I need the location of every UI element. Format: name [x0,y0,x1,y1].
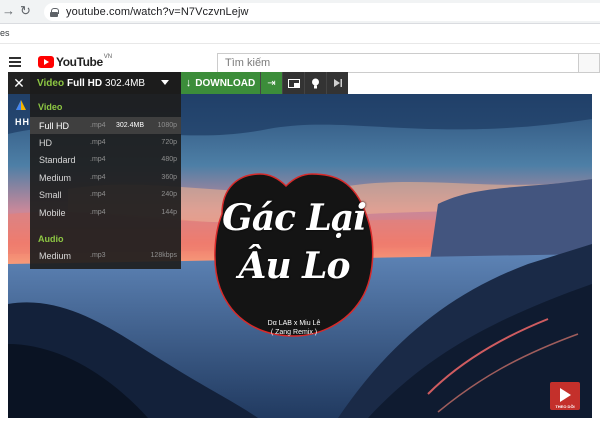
download-arrow-icon: ↓ [185,77,192,89]
bookmarks-bar: es [0,24,600,44]
album-cover-text: Gác Lại Âu Lo Dα LAB x Miu Lê ( Zang Rem… [208,170,380,338]
enter-icon[interactable]: ⇥ [260,72,282,94]
bookmark-item[interactable]: es [0,28,10,38]
search-input[interactable] [225,57,578,69]
format-select[interactable]: Video Full HD 302.4MB [30,72,181,94]
youtube-region-label: VN [103,54,113,60]
channel-logo-icon [16,100,26,110]
menu-item-hd[interactable]: HD .mp4 720p [30,134,181,151]
menu-item-small[interactable]: Small .mp4 240p [30,186,181,203]
url-text: youtube.com/watch?v=N7VczvnLejw [66,6,249,18]
youtube-logo-text: YouTube [56,55,103,69]
cover-title-line-2: Âu Lo [238,245,351,287]
format-kind: Video [37,77,65,89]
menu-item-medium[interactable]: Medium .mp4 360p [30,169,181,186]
skip-next-icon[interactable] [326,72,348,94]
format-size: 302.4MB [105,77,146,89]
forward-icon[interactable]: → [2,3,15,18]
youtube-logo[interactable]: YouTube VN [38,54,113,69]
channel-watermark-text: HH [15,117,30,127]
search-button[interactable] [578,53,600,73]
youtube-play-icon [38,56,54,68]
download-button[interactable]: ↓ DOWNLOAD [181,72,260,94]
lightbulb-icon[interactable] [304,72,326,94]
lock-icon [50,7,59,17]
close-downloader-button[interactable]: ✕ [8,72,30,94]
menu-item-audio-medium[interactable]: Medium .mp3 128kbps [30,247,181,264]
cover-artist: Dα LAB x Miu Lê [267,320,321,327]
menu-item-standard[interactable]: Standard .mp4 480p [30,151,181,168]
subscribe-watermark[interactable]: THEO DÕI [550,382,580,410]
picture-in-picture-icon[interactable] [282,72,304,94]
format-menu: Video Full HD .mp4 302.4MB 1080p HD .mp4… [30,94,181,269]
caret-down-icon [161,80,169,85]
search-field[interactable] [217,53,578,73]
menu-item-full-hd[interactable]: Full HD .mp4 302.4MB 1080p [30,117,181,134]
reload-icon[interactable]: ↻ [20,3,31,19]
format-quality: Full HD [67,77,103,89]
downloader-toolbar: ✕ Video Full HD 302.4MB ↓ DOWNLOAD ⇥ [8,72,348,94]
menu-group-audio: Audio [38,234,64,244]
download-label: DOWNLOAD [195,77,256,89]
cover-title-line-1: Gác Lại [222,197,367,239]
cover-remix: ( Zang Remix ) [270,329,318,336]
menu-item-mobile[interactable]: Mobile .mp4 144p [30,204,181,221]
subscribe-label: THEO DÕI [555,404,575,409]
menu-icon[interactable] [9,57,21,67]
browser-toolbar: → ↻ youtube.com/watch?v=N7VczvnLejw [0,0,600,24]
address-bar[interactable]: youtube.com/watch?v=N7VczvnLejw [44,3,600,21]
menu-group-video: Video [38,102,63,112]
